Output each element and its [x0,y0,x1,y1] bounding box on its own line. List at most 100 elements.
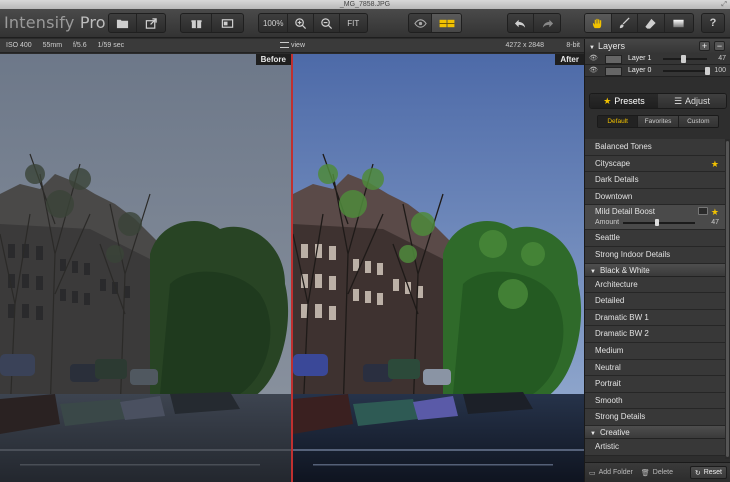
remove-layer-button[interactable]: − [714,41,725,51]
preset-name: Downtown [595,191,633,201]
collapse-triangle-icon: ▼ [589,45,595,51]
layer-opacity-value: 100 [714,67,726,74]
tab-presets-label: Presets [614,96,645,106]
before-photo [0,54,291,482]
category-name: Black & White [599,265,650,275]
eye-icon [413,18,427,28]
delete-button[interactable]: 🗑 Delete [637,466,677,479]
gift-button[interactable] [181,14,213,32]
gradient-tool-button[interactable] [665,14,693,32]
preset-category-creative[interactable]: ▼ Creative [585,425,725,439]
subtab-favorites[interactable]: Favorites [638,116,679,127]
layer-name: Layer 0 [628,67,652,74]
amount-slider[interactable] [623,222,695,225]
exif-info: ISO 400 55mm f/5.6 1/59 sec [6,39,133,53]
tab-presets[interactable]: ★ Presets [590,94,658,108]
brush-tool-button[interactable] [612,14,639,32]
preset-item[interactable]: Strong Details [585,409,725,426]
scrollbar-thumb[interactable] [726,141,729,457]
preset-options-icon[interactable] [698,207,708,216]
zoom-button-group: 100% FIT [258,13,368,33]
preset-item[interactable]: Detailed [585,293,725,310]
tool-button-group [584,13,694,33]
brush-icon [619,16,630,28]
preset-item[interactable]: Medium [585,342,725,360]
layer-opacity-knob[interactable] [681,55,687,63]
subtab-custom[interactable]: Custom [678,116,718,127]
preset-item[interactable]: Smooth [585,392,725,410]
layers-header[interactable]: ▼ Layers + − [585,39,730,53]
undo-button[interactable] [508,14,535,32]
open-button[interactable] [109,14,138,32]
reset-button[interactable]: ↻ Reset [689,466,727,479]
app-name-light: Intensify [4,13,75,32]
history-button-group [507,13,561,33]
before-after-icon [439,19,454,27]
app-name-bold: Pro [74,13,106,32]
zoom-out-button[interactable] [314,14,340,32]
add-layer-button[interactable]: + [699,41,710,51]
before-after-button[interactable] [432,14,461,32]
tab-adjust[interactable]: ☰ Adjust [658,94,726,108]
preset-list: Balanced Tones Cityscape ★ Dark Details D… [585,139,725,459]
layers-title: Layers [597,41,625,51]
iso-value: ISO 400 [6,42,32,49]
preset-category-bw[interactable]: ▼ Black & White [585,263,725,277]
layer-row[interactable]: 👁 Layer 0 100 [585,65,730,77]
window-title: _MG_7858.JPG [339,1,391,8]
visibility-eye-icon[interactable]: 👁 [589,65,598,77]
split-view-icon [221,18,234,28]
preset-item[interactable]: Cityscape ★ [585,155,725,173]
folder-icon [116,19,129,28]
amount-slider-knob[interactable] [654,219,659,227]
preset-name: Neutral [595,362,621,372]
gift-icon [190,19,202,28]
preview-toggle-button[interactable] [409,14,433,32]
preset-name: Dark Details [595,175,639,185]
preset-item[interactable]: Downtown [585,188,725,206]
redo-icon [542,19,553,28]
preset-item[interactable]: Dramatic BW 1 [585,309,725,327]
preset-item[interactable]: Artistic [585,438,725,456]
delete-label: Delete [652,469,673,476]
reset-icon: ↻ [694,469,701,477]
favorite-star-icon[interactable]: ★ [711,156,719,172]
preset-name: Strong Indoor Details [595,249,671,259]
split-view-button[interactable] [212,14,243,32]
layer-opacity-value: 47 [718,55,726,62]
layer-thumbnail [605,55,622,64]
help-button[interactable]: ? [702,14,724,32]
fullscreen-icon[interactable]: ⤢ [721,0,727,9]
layer-opacity-knob[interactable] [704,67,710,75]
undo-icon [514,19,526,28]
preset-item[interactable]: Seattle [585,230,725,247]
zoom-fit-button[interactable]: FIT [340,14,367,32]
preset-item[interactable]: Dramatic BW 2 [585,326,725,343]
preset-item[interactable]: Neutral [585,359,725,377]
view-menu[interactable]: view [280,39,305,53]
layer-opacity-slider[interactable] [663,70,707,72]
preset-item[interactable]: Balanced Tones [585,139,725,156]
add-folder-button[interactable]: ▭ Add Folder [585,466,637,479]
preset-item[interactable]: Strong Indoor Details [585,246,725,264]
subtab-default[interactable]: Default [598,116,639,127]
eraser-tool-button[interactable] [638,14,665,32]
preset-list-scrollbar[interactable] [725,139,730,459]
visibility-eye-icon[interactable]: 👁 [589,53,598,65]
preset-item[interactable]: Portrait [585,376,725,393]
redo-button[interactable] [534,14,560,32]
side-panel: ▼ Layers + − 👁 Layer 1 47 👁 Layer 0 100 ★… [584,39,730,482]
preset-name: Artistic [595,441,619,451]
gradient-icon [673,19,684,27]
preset-item-selected[interactable]: Mild Detail Boost ★ Amount 47 [585,205,725,231]
share-button[interactable] [137,14,165,32]
preset-item[interactable]: Architecture [585,276,725,294]
preset-item[interactable]: Dark Details [585,172,725,189]
hand-tool-button[interactable] [585,14,612,32]
zoom-100-button[interactable]: 100% [259,14,289,32]
image-canvas[interactable]: Before After [0,54,584,482]
zoom-in-button[interactable] [288,14,314,32]
trash-icon: 🗑 [640,469,650,477]
view-label: view [291,42,306,49]
layer-row[interactable]: 👁 Layer 1 47 [585,53,730,65]
